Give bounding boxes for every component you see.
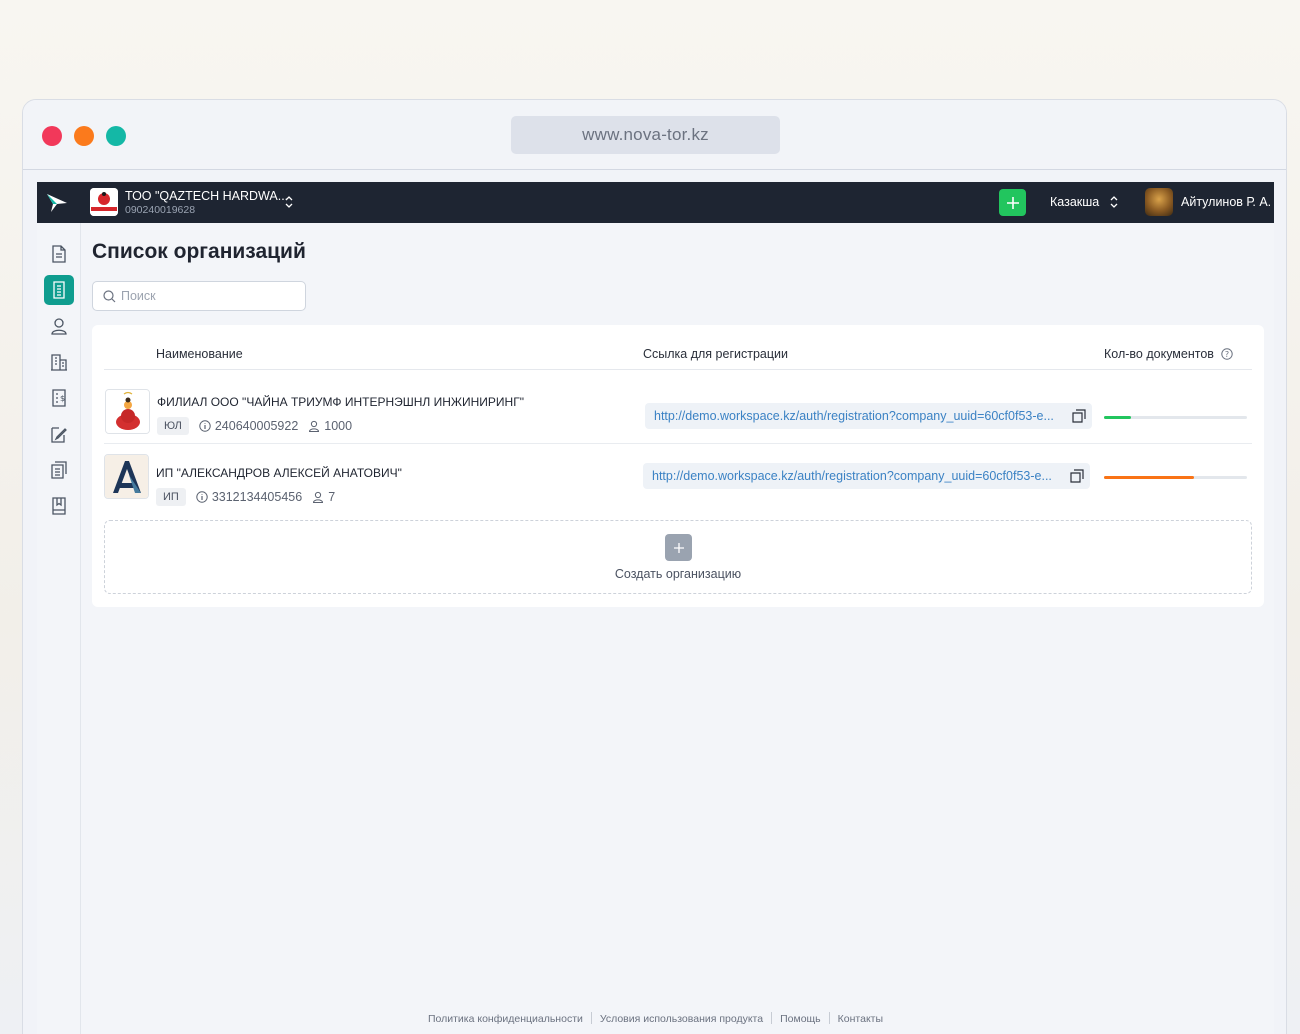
search-box[interactable] bbox=[92, 281, 306, 311]
footer-link-terms[interactable]: Условия использования продукта bbox=[600, 1013, 763, 1025]
minimize-window-button[interactable] bbox=[74, 126, 94, 146]
registration-link-text[interactable]: http://demo.workspace.kz/auth/registrati… bbox=[652, 469, 1062, 483]
sidebar-item-organizations[interactable] bbox=[44, 275, 74, 305]
edit-document-icon bbox=[51, 427, 67, 443]
top-navbar: ТОО "QAZTECH HARDWA... 090240019628 Каза… bbox=[37, 182, 1274, 223]
org-users: 7 bbox=[312, 490, 335, 504]
svg-text:$: $ bbox=[60, 394, 65, 403]
document-icon bbox=[52, 245, 66, 263]
footer-link-help[interactable]: Помощь bbox=[780, 1013, 821, 1025]
footer-separator bbox=[771, 1012, 773, 1024]
org-bin: 3312134405456 bbox=[196, 490, 302, 504]
doc-count-bar-fill bbox=[1104, 476, 1195, 479]
book-icon bbox=[52, 497, 66, 515]
documents-icon bbox=[51, 461, 67, 479]
address-bar[interactable]: www.nova-tor.kz bbox=[511, 116, 780, 154]
info-icon bbox=[196, 491, 208, 503]
org-logo bbox=[104, 454, 149, 499]
column-header-name[interactable]: Наименование bbox=[156, 347, 243, 361]
user-icon bbox=[309, 420, 320, 432]
chevron-updown-icon[interactable] bbox=[284, 195, 294, 209]
organizations-table: Наименование Ссылка для регистрации Кол-… bbox=[92, 325, 1264, 607]
org-name[interactable]: ИП "АЛЕКСАНДРОВ АЛЕКСЕЙ АНАТОВИЧ" bbox=[156, 466, 402, 480]
create-plus-button[interactable] bbox=[665, 534, 692, 561]
browser-toolbar: www.nova-tor.kz bbox=[23, 100, 1286, 170]
column-header-link[interactable]: Ссылка для регистрации bbox=[643, 347, 788, 361]
city-selector[interactable]: Казакша bbox=[1050, 195, 1099, 209]
add-button[interactable] bbox=[999, 189, 1026, 216]
browser-window: www.nova-tor.kz ТОО "QAZTECH HARDWA... 0… bbox=[22, 99, 1287, 1034]
org-name[interactable]: ФИЛИАЛ ООО "ЧАЙНА ТРИУМФ ИНТЕРНЭШНЛ ИНЖИ… bbox=[157, 395, 524, 409]
create-organization-button[interactable]: Создать организацию bbox=[104, 520, 1252, 594]
header-divider bbox=[104, 369, 1252, 370]
org-users-value: 1000 bbox=[324, 419, 353, 433]
plus-icon bbox=[1006, 196, 1019, 209]
footer: Политика конфиденциальности Условия испол… bbox=[37, 1012, 1274, 1025]
page-title: Список организаций bbox=[92, 240, 306, 263]
office-icon bbox=[51, 354, 67, 371]
table-row[interactable]: ФИЛИАЛ ООО "ЧАЙНА ТРИУМФ ИНТЕРНЭШНЛ ИНЖИ… bbox=[104, 373, 1252, 443]
sidebar-item-edit[interactable] bbox=[44, 419, 74, 449]
chevron-updown-icon[interactable] bbox=[1109, 195, 1119, 209]
logo-icon[interactable] bbox=[45, 192, 69, 214]
org-logo[interactable] bbox=[90, 188, 118, 216]
org-type-badge: ИП bbox=[156, 488, 186, 506]
registration-link-text[interactable]: http://demo.workspace.kz/auth/registrati… bbox=[654, 409, 1064, 423]
sidebar-item-invoices[interactable]: $ bbox=[44, 383, 74, 413]
registration-link[interactable]: http://demo.workspace.kz/auth/registrati… bbox=[645, 403, 1092, 429]
org-name[interactable]: ТОО "QAZTECH HARDWA... bbox=[125, 189, 288, 203]
user-name[interactable]: Айтулинов Р. А. bbox=[1181, 195, 1271, 209]
registration-link[interactable]: http://demo.workspace.kz/auth/registrati… bbox=[643, 463, 1090, 489]
maximize-window-button[interactable] bbox=[106, 126, 126, 146]
org-type-badge: ЮЛ bbox=[157, 417, 189, 435]
org-meta: ИП 3312134405456 7 bbox=[156, 487, 335, 507]
table-row[interactable]: ИП "АЛЕКСАНДРОВ АЛЕКСЕЙ АНАТОВИЧ" ИП 331… bbox=[104, 443, 1252, 513]
building-list-icon bbox=[53, 281, 65, 299]
search-input[interactable] bbox=[121, 286, 301, 306]
doc-count-bar bbox=[1104, 416, 1247, 419]
org-bin-value: 240640005922 bbox=[214, 419, 299, 433]
org-logo bbox=[105, 389, 150, 434]
svg-text:?: ? bbox=[1225, 350, 1229, 359]
invoice-icon: $ bbox=[52, 389, 66, 407]
org-users-value: 7 bbox=[328, 490, 336, 504]
doc-count-bar-fill bbox=[1104, 416, 1132, 419]
user-icon bbox=[51, 318, 67, 335]
app: ТОО "QAZTECH HARDWA... 090240019628 Каза… bbox=[37, 182, 1274, 1034]
close-window-button[interactable] bbox=[42, 126, 62, 146]
footer-separator bbox=[590, 1012, 592, 1024]
user-avatar[interactable] bbox=[1145, 188, 1173, 216]
org-bin: 090240019628 bbox=[125, 204, 196, 216]
column-header-doc-count-label: Кол-во документов bbox=[1104, 347, 1214, 361]
sidebar-item-users[interactable] bbox=[44, 311, 74, 341]
plus-icon bbox=[673, 542, 684, 553]
doc-count-bar bbox=[1104, 476, 1247, 479]
sidebar-item-archive[interactable] bbox=[44, 455, 74, 485]
org-users: 1000 bbox=[308, 419, 352, 433]
copy-icon[interactable] bbox=[1070, 469, 1084, 483]
user-icon bbox=[313, 491, 324, 503]
sidebar-item-book[interactable] bbox=[44, 491, 74, 521]
sidebar: $ bbox=[37, 223, 81, 1034]
org-meta: ЮЛ 240640005922 1000 bbox=[157, 416, 352, 436]
search-icon bbox=[103, 290, 116, 303]
footer-separator bbox=[828, 1012, 830, 1024]
footer-link-privacy[interactable]: Политика конфиденциальности bbox=[428, 1013, 583, 1025]
footer-link-contacts[interactable]: Контакты bbox=[838, 1013, 883, 1025]
sidebar-item-documents[interactable] bbox=[44, 239, 74, 269]
info-icon bbox=[199, 420, 211, 432]
column-header-doc-count[interactable]: Кол-во документов ? bbox=[1104, 347, 1234, 361]
sidebar-item-companies[interactable] bbox=[44, 347, 74, 377]
help-icon[interactable]: ? bbox=[1221, 348, 1234, 360]
copy-icon[interactable] bbox=[1072, 409, 1086, 423]
org-bin-value: 3312134405456 bbox=[211, 490, 303, 504]
org-bin: 240640005922 bbox=[199, 419, 298, 433]
create-organization-label[interactable]: Создать организацию bbox=[105, 567, 1251, 581]
